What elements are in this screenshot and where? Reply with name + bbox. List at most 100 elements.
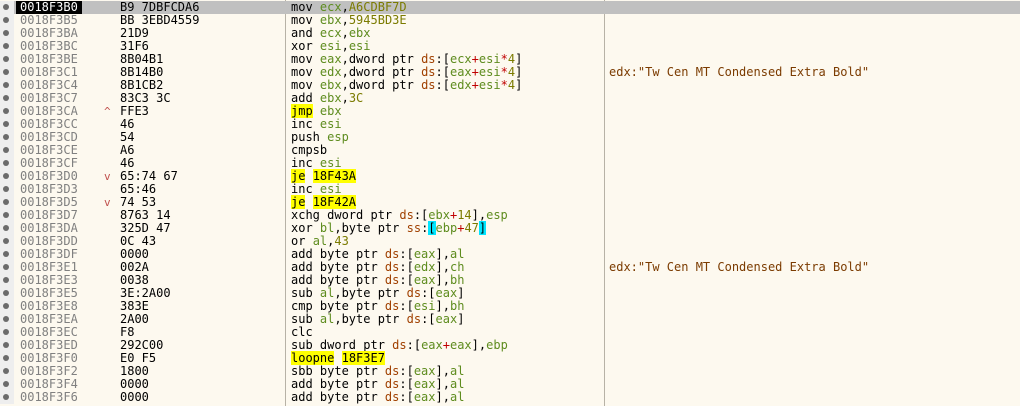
breakpoint-gutter[interactable] bbox=[0, 248, 14, 261]
instruction-token: add byte ptr bbox=[291, 247, 385, 261]
breakpoint-gutter[interactable] bbox=[0, 131, 14, 144]
breakpoint-dot-icon bbox=[3, 381, 9, 387]
instruction-token: sub bbox=[291, 286, 320, 300]
instruction-token: 18F43A bbox=[312, 169, 357, 183]
instruction-token: ], bbox=[435, 273, 450, 287]
breakpoint-dot-icon bbox=[3, 108, 9, 114]
instruction-token: add byte ptr bbox=[291, 273, 385, 287]
instruction-token: , bbox=[341, 26, 349, 40]
breakpoint-dot-icon bbox=[3, 329, 9, 335]
instruction-token bbox=[305, 169, 312, 183]
breakpoint-gutter[interactable] bbox=[0, 391, 14, 404]
instruction-token: ], bbox=[435, 390, 450, 404]
breakpoint-gutter[interactable] bbox=[0, 27, 14, 40]
breakpoint-gutter[interactable] bbox=[0, 196, 14, 209]
breakpoint-gutter[interactable] bbox=[0, 261, 14, 274]
instruction-token: esi bbox=[319, 117, 342, 131]
breakpoint-gutter[interactable] bbox=[0, 144, 14, 157]
breakpoint-gutter[interactable] bbox=[0, 235, 14, 248]
instruction-token: 4 bbox=[507, 65, 516, 79]
instruction-token: add byte ptr bbox=[291, 390, 385, 404]
breakpoint-gutter[interactable] bbox=[0, 118, 14, 131]
breakpoint-gutter[interactable] bbox=[0, 105, 14, 118]
disassembly-row[interactable]: 0018F3E5 3E:2A00 sub al,byte ptr ds:[eax] bbox=[0, 287, 1020, 300]
breakpoint-dot-icon bbox=[3, 82, 9, 88]
instruction-token: :[ bbox=[399, 364, 414, 378]
breakpoint-dot-icon bbox=[3, 56, 9, 62]
disassembly-row[interactable]: 0018F3E8 383E cmp byte ptr ds:[esi],bh bbox=[0, 300, 1020, 313]
breakpoint-dot-icon bbox=[3, 303, 9, 309]
disassembly-row[interactable]: 0018F3DD 0C 43 or al,43 bbox=[0, 235, 1020, 248]
breakpoint-dot-icon bbox=[3, 173, 9, 179]
disassembly-row[interactable]: 0018F3CA ^ FFE3 jmp ebx bbox=[0, 104, 1020, 118]
instruction-token: , bbox=[341, 39, 349, 53]
breakpoint-gutter[interactable] bbox=[0, 66, 14, 79]
disassembly-view[interactable]: 0018F3B0 B9 7DBFCDA6 mov ecx,A6CDBF7D 0018F… bbox=[0, 0, 1020, 406]
instruction-token: esi bbox=[319, 39, 342, 53]
instruction-token: and bbox=[291, 26, 320, 40]
breakpoint-gutter[interactable] bbox=[0, 339, 14, 352]
disassembly-row[interactable]: 0018F3CC 46 inc esi bbox=[0, 118, 1020, 131]
disassembly-row[interactable]: 0018F3F0 E0 F5 loopne 18F3E7 bbox=[0, 351, 1020, 365]
breakpoint-gutter[interactable] bbox=[0, 209, 14, 222]
breakpoint-dot-icon bbox=[3, 212, 9, 218]
disassembly-row[interactable]: 0018F3F4 0000 add byte ptr ds:[eax],al bbox=[0, 378, 1020, 391]
instruction-token: push bbox=[291, 130, 328, 144]
breakpoint-gutter[interactable] bbox=[0, 79, 14, 92]
instruction-token: esi bbox=[478, 65, 501, 79]
instruction-token: inc bbox=[291, 182, 320, 196]
disassembly-row[interactable]: 0018F3BA 21D9 and ecx,ebx bbox=[0, 27, 1020, 40]
instruction-token: ds bbox=[384, 364, 400, 378]
breakpoint-gutter[interactable] bbox=[0, 53, 14, 66]
instruction-token: inc bbox=[291, 117, 320, 131]
disassembly-row[interactable]: 0018F3E1 002A add byte ptr ds:[edx],ch edx:… bbox=[0, 261, 1020, 274]
instruction-token: * bbox=[500, 52, 508, 66]
instruction-token: al bbox=[319, 286, 335, 300]
breakpoint-gutter[interactable] bbox=[0, 274, 14, 287]
breakpoint-dot-icon bbox=[3, 186, 9, 192]
breakpoint-gutter[interactable] bbox=[0, 157, 14, 170]
instruction-token bbox=[334, 351, 341, 365]
instruction-token: ], bbox=[435, 377, 450, 391]
breakpoint-gutter[interactable] bbox=[0, 170, 14, 183]
disassembly-row[interactable]: 0018F3CE A6 cmpsb bbox=[0, 144, 1020, 157]
breakpoint-gutter[interactable] bbox=[0, 14, 14, 27]
instruction-token: ecx bbox=[319, 0, 342, 14]
breakpoint-gutter[interactable] bbox=[0, 378, 14, 391]
instruction-token: 18F42A bbox=[312, 195, 357, 209]
disassembly-row[interactable]: 0018F3F6 0000 add byte ptr ds:[eax],al bbox=[0, 391, 1020, 404]
breakpoint-gutter[interactable] bbox=[0, 326, 14, 339]
instruction-token: eax bbox=[413, 364, 436, 378]
instruction-token: :[ bbox=[435, 78, 450, 92]
instruction-token: ebp bbox=[486, 338, 508, 352]
disassembly-row[interactable]: 0018F3EA 2A00 sub al,byte ptr ds:[eax] bbox=[0, 313, 1020, 326]
breakpoint-dot-icon bbox=[3, 225, 9, 231]
instruction-token: ], bbox=[435, 260, 450, 274]
instruction-token: xor bbox=[291, 39, 320, 53]
instruction-token: mov bbox=[291, 13, 320, 27]
breakpoint-gutter[interactable] bbox=[0, 313, 14, 326]
instruction-token: eax bbox=[413, 273, 436, 287]
instruction-token: eax bbox=[421, 338, 443, 352]
instruction-token: esp bbox=[486, 208, 508, 222]
breakpoint-gutter[interactable] bbox=[0, 287, 14, 300]
breakpoint-gutter[interactable] bbox=[0, 222, 14, 235]
instruction-token: eax bbox=[319, 52, 342, 66]
instruction-token: :[ bbox=[413, 208, 429, 222]
breakpoint-dot-icon bbox=[3, 43, 9, 49]
disassembly-row[interactable]: 0018F3F2 1800 sbb byte ptr ds:[eax],al bbox=[0, 365, 1020, 378]
instruction-token: ebx bbox=[428, 208, 450, 222]
instruction-token: je bbox=[291, 169, 306, 183]
breakpoint-gutter[interactable] bbox=[0, 183, 14, 196]
breakpoint-gutter[interactable] bbox=[0, 92, 14, 105]
breakpoint-gutter[interactable] bbox=[0, 1, 14, 14]
disassembly-row[interactable]: 0018F3CD 54 push esp bbox=[0, 131, 1020, 144]
breakpoint-gutter[interactable] bbox=[0, 365, 14, 378]
instruction-token: ] bbox=[515, 65, 523, 79]
breakpoint-gutter[interactable] bbox=[0, 352, 14, 365]
address-cell[interactable]: 0018F3F6 bbox=[20, 391, 78, 404]
breakpoint-gutter[interactable] bbox=[0, 300, 14, 313]
disassembly-row[interactable]: 0018F3B5 BB 3EBD4559 mov ebx,5945BD3E bbox=[0, 14, 1020, 27]
breakpoint-gutter[interactable] bbox=[0, 40, 14, 53]
disassembly-row[interactable]: 0018F3C7 83C3 3C add ebx,3C bbox=[0, 92, 1020, 105]
